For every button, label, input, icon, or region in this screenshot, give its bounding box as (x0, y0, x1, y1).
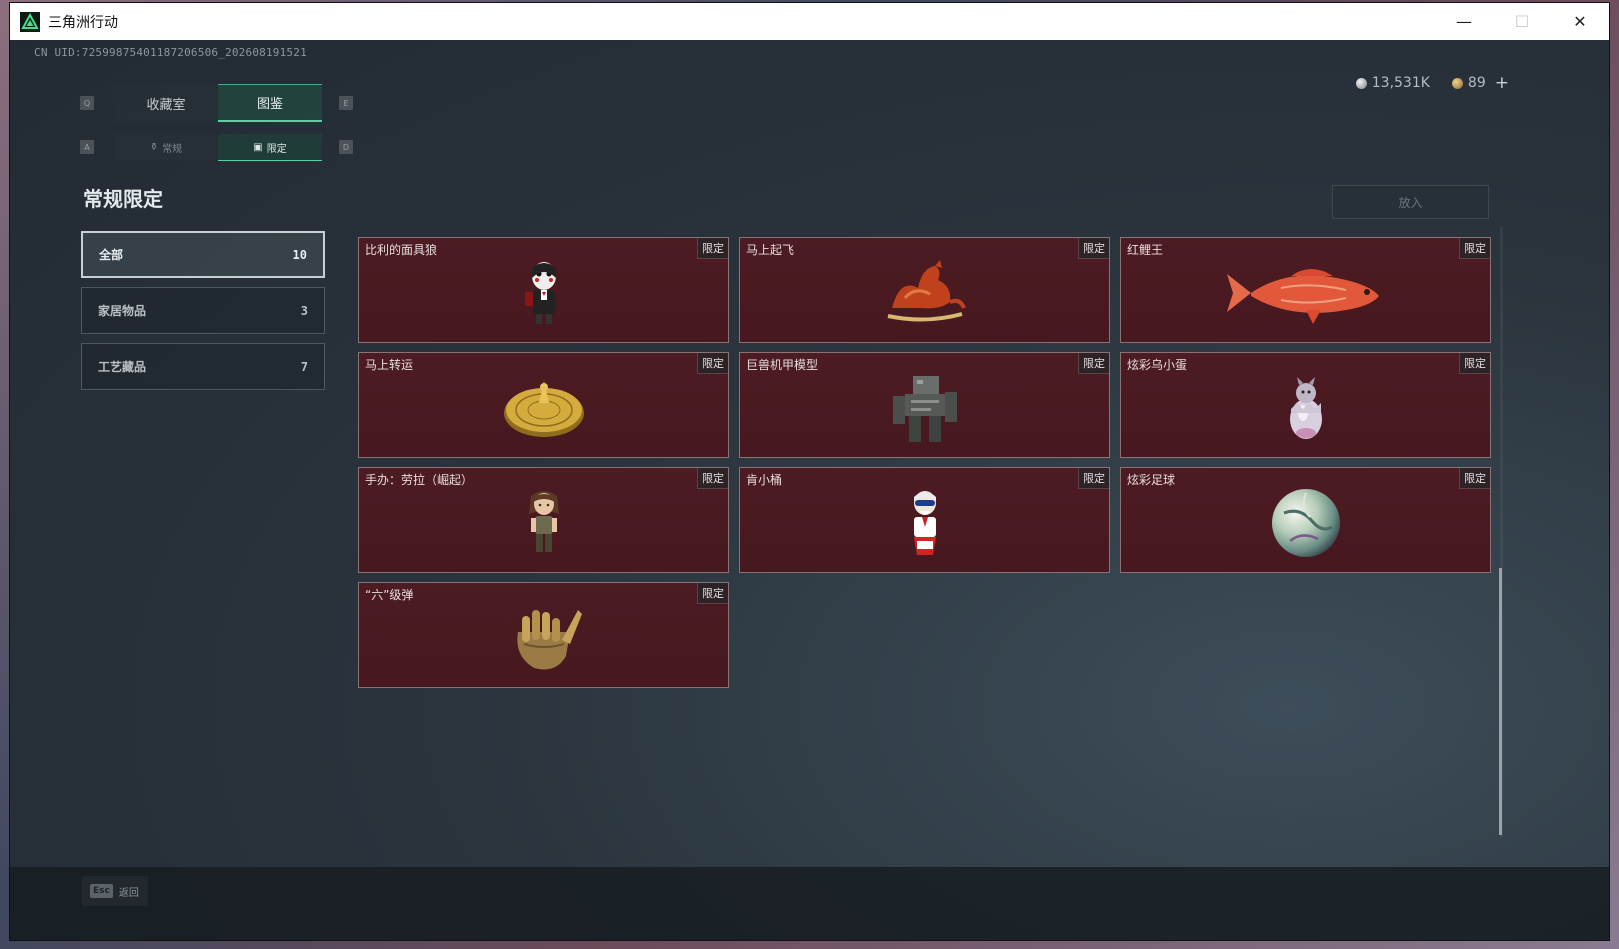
item-card[interactable]: 马上起飞 限定 (739, 237, 1110, 343)
minimize-button[interactable]: — (1435, 3, 1493, 40)
put-in-button[interactable]: 放入 (1332, 185, 1489, 219)
category-count: 10 (292, 247, 307, 262)
category-home-items[interactable]: 家居物品 3 (81, 287, 325, 334)
window-title: 三角洲行动 (48, 14, 118, 31)
subtab-limited-label: 限定 (266, 143, 287, 155)
maximize-button[interactable]: ☐ (1493, 3, 1551, 40)
item-name: 比利的面具狼 (365, 243, 438, 257)
section-title: 常规限定 (83, 187, 163, 211)
subtab-limited[interactable]: ▣ 限定 (218, 134, 322, 161)
bottle-icon: ⚱ (149, 142, 159, 153)
title-bar: 三角洲行动 — ☐ ✕ (10, 3, 1609, 40)
red-carp-icon (1221, 258, 1391, 332)
item-card[interactable]: 巨兽机甲模型 限定 (739, 352, 1110, 458)
category-crafts[interactable]: 工艺藏品 7 (81, 343, 325, 390)
mech-model-icon (885, 368, 965, 452)
item-card[interactable]: 比利的面具狼 限定 (358, 237, 729, 343)
main-tabs: 收藏室 图鉴 (114, 84, 322, 122)
limited-badge: 限定 (1078, 353, 1109, 374)
limited-badge: 限定 (1459, 238, 1490, 259)
item-name: 手办：劳拉（崛起） (365, 473, 474, 487)
limited-badge: 限定 (1078, 468, 1109, 489)
item-name: 炫彩足球 (1127, 473, 1176, 487)
soccer-ball-icon (1270, 487, 1342, 563)
sub-tabs: ⚱ 常规 ▣ 限定 (114, 134, 322, 161)
limited-badge: 限定 (697, 468, 728, 489)
category-list: 全部 10 家居物品 3 工艺藏品 7 (81, 231, 325, 399)
subtab-regular-label: 常规 (162, 144, 183, 155)
picture-icon: ▣ (253, 141, 263, 153)
add-currency-button[interactable]: + (1495, 73, 1509, 93)
item-name: 炫彩乌小蛋 (1127, 358, 1188, 372)
category-label: 工艺藏品 (98, 360, 147, 374)
limited-badge: 限定 (1459, 468, 1490, 489)
scrollbar-thumb[interactable] (1499, 568, 1502, 835)
limited-badge: 限定 (697, 238, 728, 259)
key-hint-a: A (80, 140, 94, 154)
bullet-hand-icon (504, 602, 584, 678)
category-label: 全部 (99, 248, 124, 262)
key-hint-e: E (339, 96, 353, 110)
limited-badge: 限定 (697, 583, 728, 604)
app-window: 三角洲行动 — ☐ ✕ CN UID:7259987540118720650​6… (10, 3, 1609, 940)
back-button[interactable]: Esc 返回 (82, 876, 148, 906)
item-card[interactable]: 马上转运 限定 (358, 352, 729, 458)
item-card[interactable]: 炫彩足球 限定 (1120, 467, 1491, 573)
key-hint-d: D (339, 140, 353, 154)
delta-logo-icon (20, 11, 40, 32)
item-name: 马上起飞 (746, 243, 795, 257)
item-card[interactable]: 红鲤王 限定 (1120, 237, 1491, 343)
category-count: 7 (300, 359, 308, 374)
doll-figure-icon (519, 258, 569, 332)
item-name: 巨兽机甲模型 (746, 358, 819, 372)
tab-collection-room[interactable]: 收藏室 (114, 84, 218, 122)
horse-statue-icon (880, 258, 970, 332)
bucket-figure-icon (900, 487, 950, 563)
uid-label: CN UID:7259987540118720650​6_20260819152… (34, 46, 307, 59)
golden-compass-icon (499, 373, 589, 447)
category-count: 3 (300, 303, 308, 318)
key-hint-q: Q (80, 96, 94, 110)
category-all[interactable]: 全部 10 (81, 231, 325, 278)
silver-currency: 13,531K (1355, 75, 1430, 91)
esc-key-icon: Esc (90, 884, 113, 898)
subtab-regular[interactable]: ⚱ 常规 (114, 134, 218, 161)
item-name: “六”级弹 (365, 588, 414, 602)
gold-coin-icon (1451, 77, 1463, 89)
limited-badge: 限定 (697, 353, 728, 374)
close-button[interactable]: ✕ (1551, 3, 1609, 40)
tab-catalog[interactable]: 图鉴 (218, 84, 322, 122)
limited-badge: 限定 (1459, 353, 1490, 374)
bottom-bar (10, 867, 1609, 940)
item-card[interactable]: 炫彩乌小蛋 限定 (1120, 352, 1491, 458)
silver-coin-icon (1355, 77, 1367, 89)
category-label: 家居物品 (98, 304, 147, 318)
limited-badge: 限定 (1078, 238, 1109, 259)
back-label: 返回 (118, 887, 139, 899)
item-name: 肯小桶 (746, 473, 783, 487)
item-card[interactable]: 手办：劳拉（崛起） 限定 (358, 467, 729, 573)
lara-figure-icon (519, 488, 569, 562)
item-name: 马上转运 (365, 358, 414, 372)
item-name: 红鲤王 (1127, 243, 1164, 257)
item-card[interactable]: 肯小桶 限定 (739, 467, 1110, 573)
gold-amount: 89 (1467, 75, 1486, 91)
gold-currency: 89 + (1451, 73, 1509, 93)
item-grid: 比利的面具狼 限定 马上起飞 限定 红鲤王 限定 马上转运 限定 巨兽机甲模型 … (358, 237, 1491, 688)
item-card[interactable]: “六”级弹 限定 (358, 582, 729, 688)
egg-figure-icon (1281, 373, 1331, 447)
silver-amount: 13,531K (1371, 75, 1430, 91)
currency-bar: 13,531K 89 + (1355, 73, 1509, 93)
